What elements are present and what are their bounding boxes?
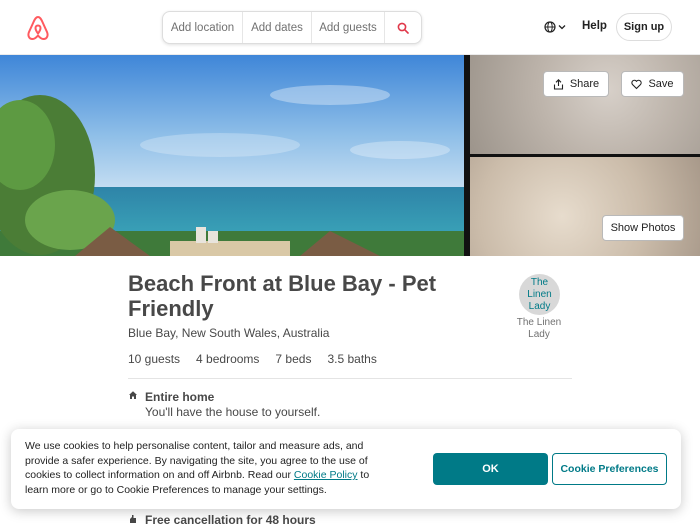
cookie-preferences-button[interactable]: Cookie Preferences	[552, 453, 667, 485]
host-name[interactable]: The Linen Lady	[510, 317, 568, 341]
photo-gallery: Share Save Show Photos	[0, 55, 700, 256]
listing-title: Beach Front at Blue Bay - Pet Friendly	[128, 271, 437, 321]
feature-title-free-cancellation: Free cancellation for 48 hours	[145, 513, 316, 525]
gallery-photo-3[interactable]	[470, 157, 700, 256]
gallery-photo-2[interactable]	[470, 55, 700, 154]
cookie-text: We use cookies to help personalise conte…	[25, 439, 385, 497]
listing-location: Blue Bay, New South Wales, Australia	[128, 326, 330, 340]
language-selector[interactable]	[544, 20, 568, 34]
cookie-banner: We use cookies to help personalise conte…	[11, 429, 681, 509]
listing-stats: 10 guests 4 bedrooms 7 beds 3.5 baths	[128, 352, 377, 366]
main-photo[interactable]	[0, 55, 464, 256]
header: Add location Add dates Add guests Help S…	[0, 0, 700, 55]
help-link[interactable]: Help	[582, 20, 607, 32]
search-button[interactable]	[385, 12, 421, 43]
dates-search-field[interactable]: Add dates	[243, 12, 312, 43]
feature-title-entire-home: Entire home	[145, 390, 215, 404]
divider	[128, 378, 572, 379]
home-icon	[129, 391, 137, 399]
search-bar[interactable]: Add location Add dates Add guests	[162, 11, 422, 44]
heart-icon	[631, 79, 643, 89]
feature-desc-entire-home: You'll have the house to yourself.	[145, 405, 321, 419]
share-label: Share	[569, 78, 600, 90]
chevron-down-icon	[558, 25, 566, 30]
share-button[interactable]: Share	[543, 71, 609, 97]
guests-count: 10 guests	[128, 352, 181, 366]
save-button[interactable]: Save	[621, 71, 684, 97]
baths-count: 3.5 baths	[327, 352, 377, 366]
beds-count: 7 beds	[275, 352, 312, 366]
search-icon	[397, 22, 409, 34]
cookie-policy-link[interactable]: Cookie Policy	[294, 469, 358, 481]
guests-search-field[interactable]: Add guests	[312, 12, 385, 43]
save-label: Save	[648, 78, 674, 90]
show-photos-button[interactable]: Show Photos	[602, 215, 684, 241]
airbnb-logo-icon[interactable]	[26, 15, 50, 41]
cookie-ok-button[interactable]: OK	[433, 453, 548, 485]
signup-button[interactable]: Sign up	[616, 13, 672, 41]
globe-icon	[544, 21, 556, 33]
bedrooms-count: 4 bedrooms	[196, 352, 260, 366]
host-avatar[interactable]: The Linen Lady	[519, 274, 560, 315]
location-search-field[interactable]: Add location	[163, 12, 243, 43]
hand-icon	[130, 515, 136, 523]
share-icon	[553, 78, 563, 90]
